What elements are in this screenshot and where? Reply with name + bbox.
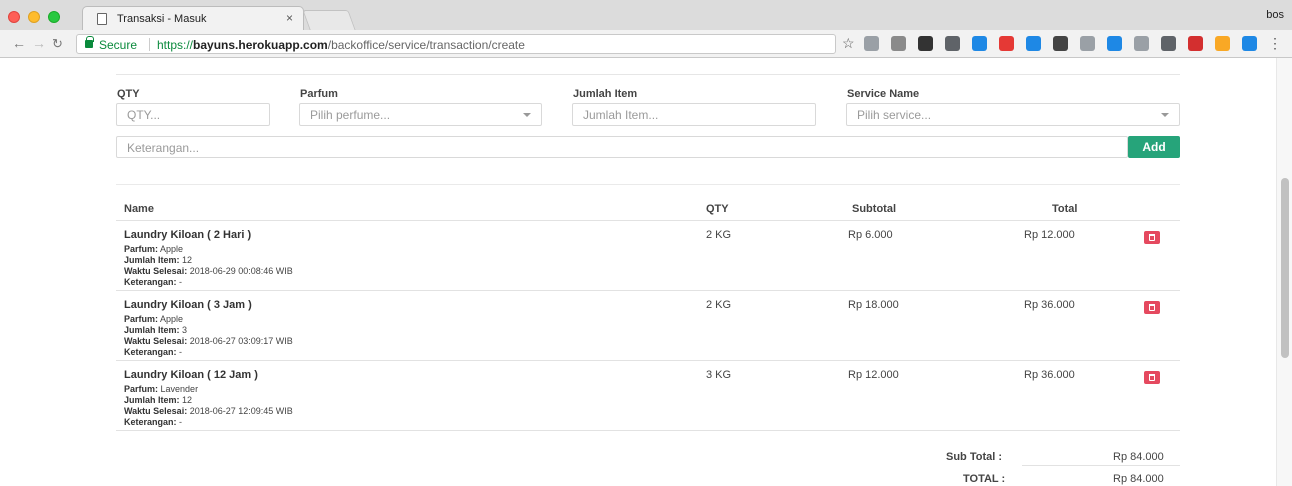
item-total: Rp 36.000 xyxy=(1024,369,1075,381)
close-window-icon[interactable] xyxy=(8,11,20,23)
item-total: Rp 12.000 xyxy=(1024,229,1075,241)
item-waktu: Waktu Selesai: 2018-06-27 12:09:45 WIB xyxy=(124,406,293,416)
maximize-window-icon[interactable] xyxy=(48,11,60,23)
header-subtotal: Subtotal xyxy=(852,203,896,215)
add-button[interactable]: Add xyxy=(1128,136,1180,158)
item-parfum: Parfum: Lavender xyxy=(124,384,199,394)
item-waktu: Waktu Selesai: 2018-06-27 03:09:17 WIB xyxy=(124,336,293,346)
extension-icon[interactable] xyxy=(1026,36,1041,51)
chevron-down-icon xyxy=(523,113,531,117)
subtotal-value: Rp 84.000 xyxy=(1113,451,1164,463)
browser-tab[interactable]: Transaksi - Masuk × xyxy=(82,6,304,31)
minimize-window-icon[interactable] xyxy=(28,11,40,23)
total-value: Rp 84.000 xyxy=(1113,473,1164,485)
keterangan-input[interactable]: Keterangan... xyxy=(116,136,1128,158)
item-jumlah: Jumlah Item: 12 xyxy=(124,255,193,265)
item-qty: 2 KG xyxy=(706,299,732,311)
item-qty: 2 KG xyxy=(706,229,732,241)
address-bar[interactable]: Secure https://bayuns.herokuapp.com/back… xyxy=(76,34,836,54)
table-row: Laundry Kiloan ( 3 Jam ) Parfum: Apple Jum… xyxy=(116,291,1180,361)
extension-icon[interactable] xyxy=(1215,36,1230,51)
item-parfum: Parfum: Apple xyxy=(124,314,184,324)
trash-icon xyxy=(1149,304,1155,311)
parfum-select[interactable]: Pilih perfume... xyxy=(299,103,542,126)
total-label: TOTAL : xyxy=(963,473,1006,485)
page-content: QTY QTY... Parfum Pilih perfume... Jumla… xyxy=(0,58,1292,486)
item-total: Rp 36.000 xyxy=(1024,299,1075,311)
tab-title: Transaksi - Masuk xyxy=(117,13,207,25)
table-row: Laundry Kiloan ( 2 Hari ) Parfum: Apple Ju… xyxy=(116,221,1180,291)
bookmark-star-icon[interactable]: ☆ xyxy=(842,35,855,52)
extension-icon[interactable] xyxy=(999,36,1014,51)
qty-label: QTY xyxy=(117,88,140,100)
reload-icon[interactable]: ↻ xyxy=(52,36,63,52)
item-qty: 3 KG xyxy=(706,369,732,381)
item-name: Laundry Kiloan ( 12 Jam ) xyxy=(124,369,258,381)
item-jumlah: Jumlah Item: 12 xyxy=(124,395,193,405)
jumlah-item-input[interactable]: Jumlah Item... xyxy=(572,103,816,126)
scrollbar-thumb[interactable] xyxy=(1281,178,1289,358)
item-parfum: Parfum: Apple xyxy=(124,244,184,254)
qty-input[interactable]: QTY... xyxy=(116,103,270,126)
chevron-down-icon xyxy=(1161,113,1169,117)
delete-button[interactable] xyxy=(1144,231,1160,244)
tab-close-icon[interactable]: × xyxy=(286,11,293,25)
service-select[interactable]: Pilih service... xyxy=(846,103,1180,126)
item-subtotal: Rp 12.000 xyxy=(848,369,899,381)
new-tab-button[interactable] xyxy=(302,10,356,30)
extension-icon[interactable] xyxy=(1134,36,1149,51)
header-name: Name xyxy=(124,203,154,215)
table-row: Laundry Kiloan ( 12 Jam ) Parfum: Lavende… xyxy=(116,361,1180,431)
extension-icon[interactable] xyxy=(1053,36,1068,51)
delete-button[interactable] xyxy=(1144,301,1160,314)
profile-name[interactable]: bos xyxy=(1266,9,1284,21)
extension-icon[interactable] xyxy=(972,36,987,51)
page-scrollbar[interactable] xyxy=(1276,58,1292,486)
back-arrow-icon[interactable]: ← xyxy=(12,35,26,51)
jumlah-item-label: Jumlah Item xyxy=(573,88,638,100)
extension-icon[interactable] xyxy=(1080,36,1095,51)
item-keterangan: Keterangan: - xyxy=(124,417,183,427)
item-name: Laundry Kiloan ( 3 Jam ) xyxy=(124,299,252,311)
page-icon xyxy=(97,13,107,25)
lock-icon xyxy=(85,36,94,48)
item-keterangan: Keterangan: - xyxy=(124,277,183,287)
item-keterangan: Keterangan: - xyxy=(124,347,183,357)
extension-icon[interactable] xyxy=(1188,36,1203,51)
extension-icon[interactable] xyxy=(1107,36,1122,51)
extension-icon[interactable] xyxy=(864,36,879,51)
service-name-label: Service Name xyxy=(847,88,920,100)
extension-icon[interactable] xyxy=(1161,36,1176,51)
browser-tabstrip: Transaksi - Masuk × bos xyxy=(0,0,1292,31)
browser-toolbar: ← → ↻ Secure https://bayuns.herokuapp.co… xyxy=(0,30,1292,58)
header-total: Total xyxy=(1052,203,1078,215)
extension-icon[interactable] xyxy=(1242,36,1257,51)
subtotal-label: Sub Total : xyxy=(946,451,1003,463)
menu-dots-icon[interactable]: ⋮ xyxy=(1268,35,1282,52)
trash-icon xyxy=(1149,234,1155,241)
forward-arrow-icon[interactable]: → xyxy=(32,35,46,51)
item-jumlah: Jumlah Item: 3 xyxy=(124,325,188,335)
item-subtotal: Rp 6.000 xyxy=(848,229,893,241)
header-qty: QTY xyxy=(706,203,729,215)
extension-icon[interactable] xyxy=(945,36,960,51)
parfum-label: Parfum xyxy=(300,88,338,100)
trash-icon xyxy=(1149,374,1155,381)
item-name: Laundry Kiloan ( 2 Hari ) xyxy=(124,229,252,241)
extension-icon[interactable] xyxy=(891,36,906,51)
extension-icon[interactable] xyxy=(918,36,933,51)
secure-label: Secure xyxy=(99,38,138,52)
url-text[interactable]: https://bayuns.herokuapp.com/backoffice/… xyxy=(157,38,525,52)
item-waktu: Waktu Selesai: 2018-06-29 00:08:46 WIB xyxy=(124,266,293,276)
delete-button[interactable] xyxy=(1144,371,1160,384)
item-subtotal: Rp 18.000 xyxy=(848,299,899,311)
